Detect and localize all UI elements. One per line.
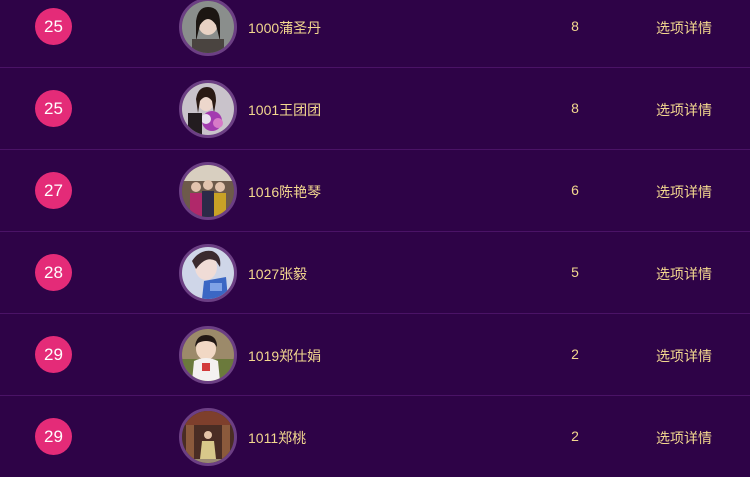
avatar xyxy=(179,80,237,138)
list-item: 25 1000蒲圣丹 8 选项详情 xyxy=(0,0,750,68)
candidate-name: 1000蒲圣丹 xyxy=(248,20,322,36)
avatar xyxy=(179,162,237,220)
rank-badge: 25 xyxy=(35,90,72,127)
list-item: 25 1001王团团 8 选项详情 xyxy=(0,68,750,150)
rank-badge: 29 xyxy=(35,418,72,455)
candidate-name: 1001王团团 xyxy=(248,102,322,118)
vote-count: 8 xyxy=(571,100,579,116)
rank-badge: 29 xyxy=(35,336,72,373)
avatar xyxy=(179,0,237,56)
vote-count: 2 xyxy=(571,428,579,444)
avatar xyxy=(179,244,237,302)
rank-badge: 25 xyxy=(35,8,72,45)
vote-count: 6 xyxy=(571,182,579,198)
list-item: 29 1019郑仕娟 2 选项详情 xyxy=(0,314,750,396)
candidate-name: 1016陈艳琴 xyxy=(248,184,322,200)
option-detail-link[interactable]: 选项详情 xyxy=(656,18,712,38)
vote-count: 5 xyxy=(571,264,579,280)
candidate-name: 1019郑仕娟 xyxy=(248,348,322,364)
vote-count: 8 xyxy=(571,18,579,34)
option-detail-link[interactable]: 选项详情 xyxy=(656,346,712,366)
rank-badge: 28 xyxy=(35,254,72,291)
option-detail-link[interactable]: 选项详情 xyxy=(656,100,712,120)
avatar xyxy=(179,408,237,466)
option-detail-link[interactable]: 选项详情 xyxy=(656,428,712,448)
vote-count: 2 xyxy=(571,346,579,362)
candidate-name: 1011郑桃 xyxy=(248,430,307,446)
avatar xyxy=(179,326,237,384)
option-detail-link[interactable]: 选项详情 xyxy=(656,182,712,202)
list-item: 27 1016陈艳琴 6 选项详情 xyxy=(0,150,750,232)
ranking-list: 25 1000蒲圣丹 8 选项详情 25 1001王团团 8 选项详情 27 1… xyxy=(0,0,750,477)
list-item: 29 1011郑桃 2 选项详情 xyxy=(0,396,750,477)
rank-badge: 27 xyxy=(35,172,72,209)
candidate-name: 1027张毅 xyxy=(248,266,308,282)
list-item: 28 1027张毅 5 选项详情 xyxy=(0,232,750,314)
option-detail-link[interactable]: 选项详情 xyxy=(656,264,712,284)
